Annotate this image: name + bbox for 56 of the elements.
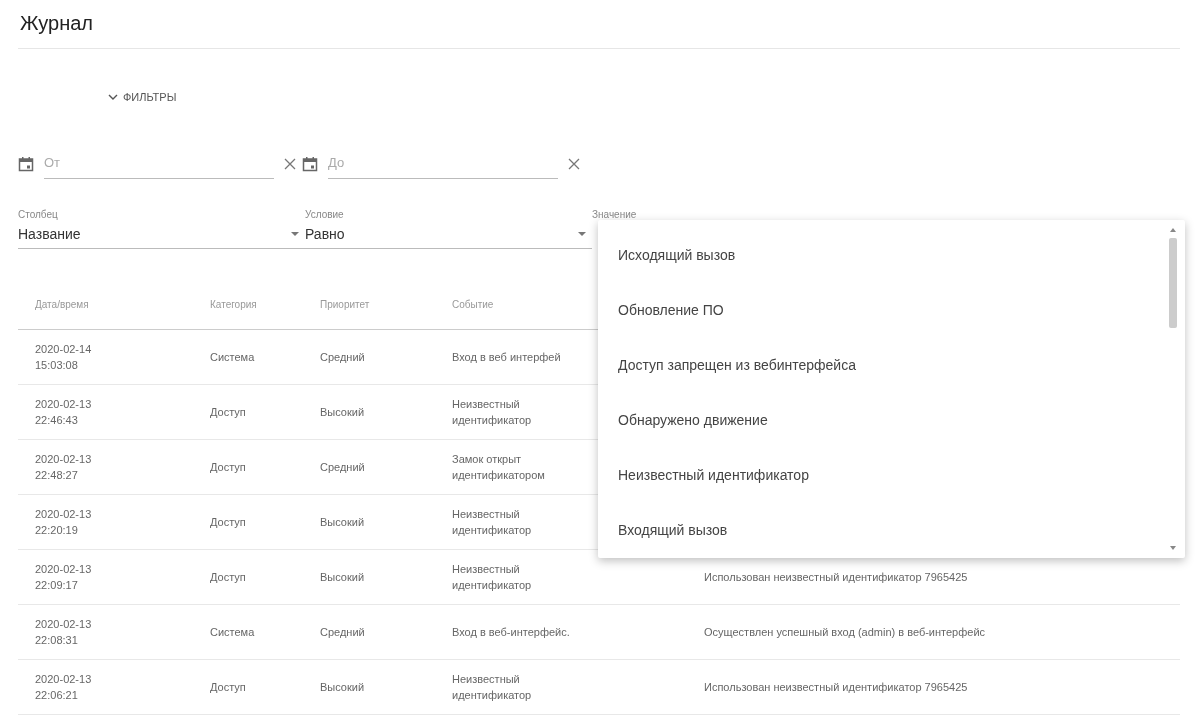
dropdown-arrow-icon[interactable]: [578, 232, 586, 236]
table-cell-text: Осуществлен успешный вход (admin) в веб-интерфейс: [704, 625, 987, 640]
dropdown-option[interactable]: Неизвестный идентификатор: [598, 448, 1167, 503]
table-cell-text: Высокий: [320, 515, 366, 530]
table-cell-text: Доступ: [210, 460, 247, 475]
table-cell-text: Система: [210, 625, 256, 640]
table-cell-text: Средний: [320, 350, 366, 365]
table-cell-text: Высокий: [320, 680, 366, 695]
dropdown-option[interactable]: Входящий вызов: [598, 503, 1167, 558]
table-cell-text: Система: [210, 350, 256, 365]
scroll-down-icon[interactable]: [1170, 546, 1176, 550]
table-cell-text: Высокий: [320, 405, 366, 420]
field-label: Столбец: [18, 209, 59, 220]
table-cell-text: 2020-02-13 22:20:19: [34, 507, 93, 538]
table-cell-text: Неизвестный идентификатор: [452, 562, 533, 593]
field-label: Условие: [305, 209, 345, 220]
table-cell-text: 2020-02-14 15:03:08: [34, 342, 93, 373]
scroll-up-icon[interactable]: [1170, 228, 1176, 232]
table-cell-text: 2020-02-13 22:06:21: [34, 672, 93, 703]
dropdown-option[interactable]: Исходящий вызов: [598, 228, 1167, 283]
calendar-icon[interactable]: [18, 156, 34, 172]
filters-toggle[interactable]: ФИЛЬТРЫ: [104, 89, 181, 105]
select-field[interactable]: Условие Равно: [305, 209, 592, 249]
scrollbar-thumb[interactable]: [1169, 238, 1177, 328]
table-cell-text: Неизвестный идентификатор: [452, 507, 533, 538]
dropdown-option[interactable]: Обновление ПО: [598, 283, 1167, 338]
table-cell-text: Вход в веб интерфей: [452, 350, 562, 365]
table-cell-text: Высокий: [320, 570, 366, 585]
table-cell-text: Использован неизвестный идентификатор 7965425: [704, 680, 969, 695]
select-field[interactable]: Столбец Название: [18, 209, 305, 249]
clear-icon[interactable]: [568, 158, 580, 170]
table-cell-text: Доступ: [210, 515, 247, 530]
field-label: Значение: [592, 209, 638, 220]
table-cell-text: 2020-02-13 22:46:43: [34, 397, 93, 428]
dropdown-option[interactable]: Доступ запрещен из вебинтерфейса: [598, 338, 1167, 393]
table-cell-text: Использован неизвестный идентификатор 7965425: [704, 570, 969, 585]
table-cell-text: 2020-02-13 22:08:31: [34, 617, 93, 648]
table-cell-text: Неизвестный идентификатор: [452, 672, 533, 703]
table-cell-text: Доступ: [210, 570, 247, 585]
table-cell-text: 2020-02-13 22:09:17: [34, 562, 93, 593]
table-cell-text: Средний: [320, 460, 366, 475]
select-value: Название: [18, 226, 81, 242]
dropdown-arrow-icon[interactable]: [291, 232, 299, 236]
table-cell-text: 2020-02-13 22:48:27: [34, 452, 93, 483]
select-value: Равно: [305, 226, 345, 242]
calendar-icon[interactable]: [302, 156, 318, 172]
dropdown-option[interactable]: Обнаружено движение: [598, 393, 1167, 448]
page-title: Журнал: [19, 11, 94, 36]
table-cell-text: Доступ: [210, 405, 247, 420]
table-cell-text: Доступ: [210, 680, 247, 695]
chevron-icon: [108, 94, 118, 100]
table-cell-text: Замок открыт идентификатором: [452, 452, 546, 483]
table-cell-text: Средний: [320, 625, 366, 640]
table-cell-text: Неизвестный идентификатор: [452, 397, 533, 428]
table-cell-text: Вход в веб-интерфейс.: [452, 625, 571, 640]
clear-icon[interactable]: [284, 158, 296, 170]
